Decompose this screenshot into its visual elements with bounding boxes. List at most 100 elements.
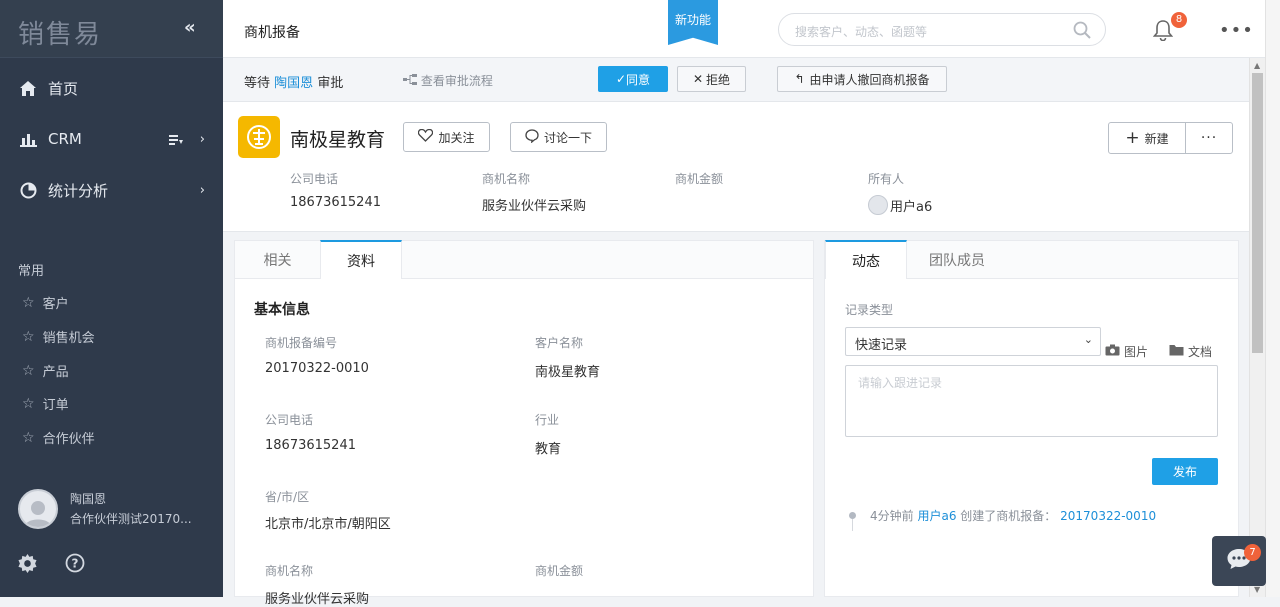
field-value-opportunity-name: 服务业伙伴云采购 bbox=[482, 199, 587, 214]
scroll-up-arrow-icon[interactable]: ▲ bbox=[1254, 61, 1260, 70]
avatar bbox=[18, 489, 58, 529]
field-value: 20170322-0010 bbox=[265, 361, 369, 376]
tab-related[interactable]: 相关 bbox=[235, 241, 320, 279]
nav-item-crm[interactable]: CRM › bbox=[0, 115, 223, 163]
scrollbar-thumb[interactable] bbox=[1252, 73, 1263, 353]
activity-textarea[interactable]: 请输入跟进记录 bbox=[845, 365, 1218, 437]
field-value: 18673615241 bbox=[265, 438, 356, 453]
star-icon: ☆ bbox=[22, 362, 35, 379]
sidebar: 销售易 « 首页 CRM › 统计分析 › 常用 ☆ 客户 ☆ 销售机会 ☆ 产品 ☆… bbox=[0, 0, 223, 597]
field-value: 教育 bbox=[535, 442, 562, 457]
attach-image-button[interactable]: 图片 bbox=[1105, 343, 1148, 360]
favorites-title: 常用 bbox=[18, 264, 45, 279]
opportunity-logo-icon bbox=[238, 116, 280, 158]
user-name: 陶国恩 bbox=[70, 492, 107, 506]
record-type-label: 记录类型 bbox=[845, 303, 894, 317]
document-label: 文档 bbox=[1188, 345, 1213, 359]
home-icon bbox=[18, 80, 38, 96]
star-icon: ☆ bbox=[22, 328, 35, 345]
nav-item-analytics[interactable]: 统计分析 › bbox=[0, 166, 223, 214]
approval-bar: 等待 陶国恩 审批 查看审批流程 ✓ 同意 ✕ 拒绝 ↰ 由申请人撤回商机报备 bbox=[223, 58, 1249, 102]
activity-panel: 动态 团队成员 记录类型 快速记录 ⌄ 图片 文档 请输入跟进记录 发布 4分钟… bbox=[824, 240, 1239, 597]
star-icon: ☆ bbox=[22, 429, 35, 446]
heart-icon bbox=[418, 128, 434, 145]
favorite-label: 销售机会 bbox=[42, 331, 95, 346]
field-value: 南极星教育 bbox=[535, 365, 601, 380]
search-icon[interactable] bbox=[1073, 21, 1091, 42]
camera-icon bbox=[1105, 344, 1120, 359]
user-profile[interactable]: 陶国恩 合作伙伴测试20170... bbox=[18, 489, 192, 529]
page-scrollbar[interactable]: ▲ ▼ bbox=[1249, 58, 1265, 597]
search-input[interactable]: 搜索客户、动态、函题等 bbox=[778, 13, 1106, 46]
notification-badge: 8 bbox=[1171, 12, 1187, 28]
new-feature-ribbon[interactable]: 新功能 bbox=[668, 0, 718, 45]
owner-avatar bbox=[868, 195, 888, 215]
close-icon: ✕ bbox=[692, 72, 704, 86]
bar-chart-icon bbox=[18, 132, 38, 147]
discuss-label: 讨论一下 bbox=[543, 130, 592, 145]
favorite-item-opportunity[interactable]: ☆ 销售机会 bbox=[22, 327, 95, 347]
activity-action: 创建了商机报备： bbox=[960, 509, 1057, 523]
favorite-item-customer[interactable]: ☆ 客户 bbox=[22, 293, 69, 313]
textarea-placeholder: 请输入跟进记录 bbox=[858, 376, 943, 390]
new-button[interactable]: + 新建 bbox=[1109, 123, 1186, 153]
search-placeholder: 搜索客户、动态、函题等 bbox=[795, 25, 928, 39]
star-icon: ☆ bbox=[22, 395, 35, 412]
activity-tabs: 动态 团队成员 bbox=[825, 240, 1238, 279]
approver-link[interactable]: 陶国恩 bbox=[274, 76, 313, 91]
discuss-button[interactable]: 讨论一下 bbox=[510, 122, 607, 152]
approve-button[interactable]: ✓ 同意 bbox=[598, 66, 668, 92]
favorite-item-product[interactable]: ☆ 产品 bbox=[22, 361, 69, 381]
tab-activity[interactable]: 动态 bbox=[825, 240, 907, 279]
sort-list-icon[interactable] bbox=[169, 132, 183, 150]
app-logo[interactable]: 销售易 bbox=[18, 14, 102, 51]
activity-user-link[interactable]: 用户a6 bbox=[917, 507, 956, 524]
field-label: 商机金额 bbox=[675, 172, 724, 186]
favorite-item-order[interactable]: ☆ 订单 bbox=[22, 394, 69, 414]
tab-profile[interactable]: 资料 bbox=[320, 240, 402, 279]
more-actions-icon[interactable]: ··· bbox=[1186, 123, 1232, 153]
top-bar: 商机报备 新功能 搜索客户、动态、函题等 8 ••• bbox=[223, 0, 1280, 58]
field-label: 商机名称 bbox=[265, 564, 314, 578]
follow-label: 加关注 bbox=[438, 130, 475, 145]
owner-name: 用户a6 bbox=[890, 199, 933, 215]
chat-widget-button[interactable] bbox=[1212, 536, 1266, 586]
publish-button[interactable]: 发布 bbox=[1152, 458, 1218, 485]
help-icon[interactable]: ? bbox=[65, 553, 85, 577]
nav-item-label: 统计分析 bbox=[48, 181, 109, 200]
record-title: 南极星教育 bbox=[290, 129, 386, 151]
view-approval-flow-link[interactable]: 查看审批流程 bbox=[403, 72, 493, 89]
favorite-label: 合作伙伴 bbox=[42, 432, 95, 447]
activity-time: 4分钟前 bbox=[870, 509, 914, 523]
view-flow-label: 查看审批流程 bbox=[420, 74, 493, 88]
undo-icon: ↰ bbox=[794, 72, 805, 86]
activity-record-link[interactable]: 20170322-0010 bbox=[1060, 509, 1156, 523]
attach-document-button[interactable]: 文档 bbox=[1169, 343, 1212, 360]
svg-text:?: ? bbox=[72, 557, 79, 571]
favorite-item-partner[interactable]: ☆ 合作伙伴 bbox=[22, 428, 95, 448]
record-type-select[interactable]: 快速记录 ⌄ bbox=[845, 327, 1101, 356]
follow-button[interactable]: 加关注 bbox=[403, 122, 490, 152]
withdraw-label: 由申请人撤回商机报备 bbox=[809, 72, 930, 87]
collapse-sidebar-icon[interactable]: « bbox=[184, 17, 196, 38]
more-icon[interactable]: ••• bbox=[1219, 20, 1254, 41]
window-edge bbox=[1265, 0, 1280, 597]
nav-item-label: CRM bbox=[48, 130, 82, 148]
nav-item-home[interactable]: 首页 bbox=[0, 64, 223, 112]
owner-link[interactable]: 用户a6 bbox=[868, 195, 932, 215]
scroll-down-arrow-icon[interactable]: ▼ bbox=[1254, 585, 1260, 594]
timeline-line bbox=[852, 519, 853, 531]
reject-button[interactable]: ✕ 拒绝 bbox=[677, 66, 746, 92]
tab-team-members[interactable]: 团队成员 bbox=[907, 241, 1007, 279]
bell-icon[interactable] bbox=[1152, 20, 1174, 45]
favorite-label: 客户 bbox=[42, 297, 69, 312]
withdraw-button[interactable]: ↰ 由申请人撤回商机报备 bbox=[777, 66, 947, 92]
user-org: 合作伙伴测试20170... bbox=[70, 512, 192, 526]
new-label: 新建 bbox=[1144, 131, 1169, 146]
settings-gear-icon[interactable] bbox=[18, 553, 37, 577]
field-value: 北京市/北京市/朝阳区 bbox=[265, 517, 391, 532]
image-label: 图片 bbox=[1124, 345, 1149, 359]
field-label: 所有人 bbox=[868, 172, 905, 186]
chevron-right-icon: › bbox=[199, 182, 205, 198]
field-value: 服务业伙伴云采购 bbox=[265, 592, 370, 607]
